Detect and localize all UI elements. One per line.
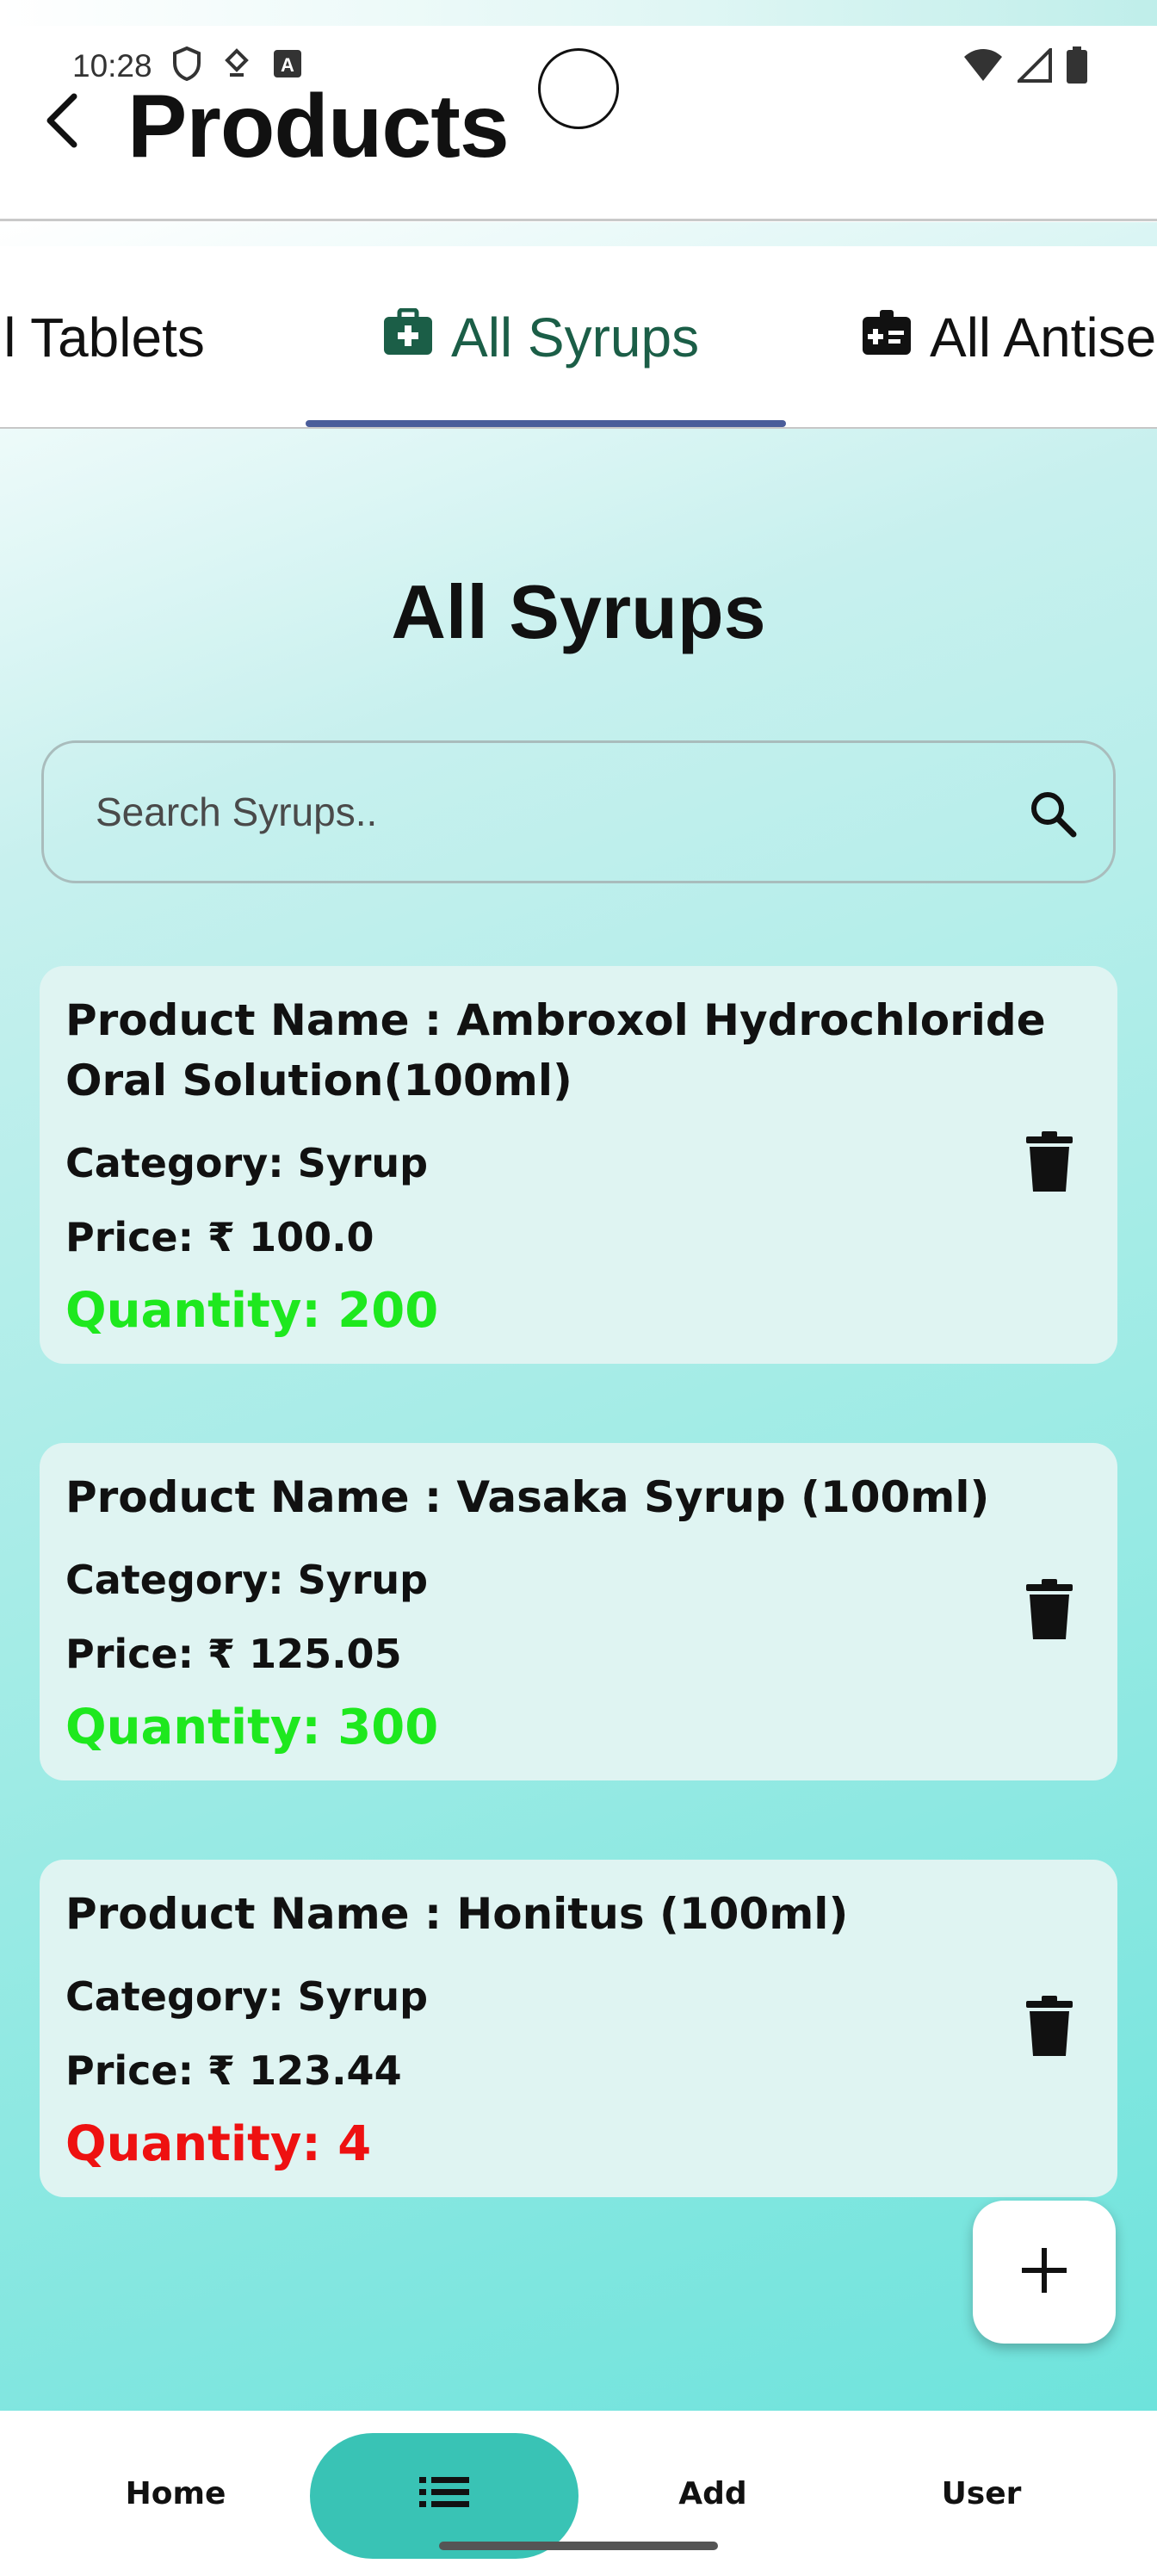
bottom-navigation: Home Add User: [0, 2411, 1157, 2576]
search-input[interactable]: [96, 743, 956, 881]
nav-user-label: User: [941, 2475, 1022, 2511]
svg-text:A: A: [281, 54, 294, 76]
product-quantity: Quantity: 300: [65, 1700, 439, 1756]
nav-home-label: Home: [125, 2475, 226, 2511]
product-quantity: Quantity: 200: [65, 1283, 439, 1339]
signal-icon: [1015, 46, 1052, 87]
add-product-fab[interactable]: [973, 2201, 1116, 2344]
trash-icon: [1026, 1995, 1073, 2062]
plus-icon: [1018, 2245, 1070, 2300]
product-card[interactable]: Product Name : Vasaka Syrup (100ml) Cate…: [40, 1443, 1117, 1780]
product-quantity: Quantity: 4: [65, 2116, 372, 2172]
product-name: Product Name : Ambroxol Hydrochloride Or…: [65, 995, 1046, 1105]
top-gradient-strip: [0, 0, 1157, 26]
nav-home[interactable]: Home: [41, 2411, 310, 2576]
category-tabs: ll Tablets All Syrups All Antise: [0, 246, 1157, 429]
search-box: [41, 740, 1116, 883]
tab-label: ll Tablets: [0, 307, 205, 368]
product-name: Product Name : Vasaka Syrup (100ml): [65, 1472, 990, 1522]
medical-bag-icon: [382, 306, 434, 369]
back-button[interactable]: [31, 88, 93, 157]
trash-icon: [1026, 1578, 1073, 1645]
tab-label: All Syrups: [451, 307, 700, 368]
product-details: Product Name : Vasaka Syrup (100ml) Cate…: [65, 1467, 1081, 1765]
product-category: Category: Syrup: [65, 1973, 429, 2020]
appbar-divider: [0, 219, 1157, 221]
section-title: All Syrups: [391, 569, 766, 654]
wifi-icon: [962, 48, 1004, 87]
product-category: Category: Syrup: [65, 1557, 429, 1603]
nav-list[interactable]: [310, 2411, 578, 2576]
delete-button[interactable]: [1019, 1130, 1080, 1198]
status-icons-right: [962, 46, 1088, 89]
back-arrow-icon: [41, 93, 83, 152]
product-card[interactable]: Product Name : Honitus (100ml) Category:…: [40, 1860, 1117, 2197]
tab-all-antiseptic[interactable]: All Antise: [861, 246, 1157, 427]
tab-all-tablets[interactable]: ll Tablets: [0, 246, 205, 427]
nav-add-label: Add: [678, 2475, 747, 2511]
product-category: Category: Syrup: [65, 1140, 429, 1186]
tab-label: All Antise: [930, 307, 1157, 368]
nav-selected-pill: [310, 2433, 578, 2559]
trash-icon: [1026, 1130, 1073, 1198]
delete-button[interactable]: [1019, 1994, 1080, 2063]
page-title: Products: [127, 77, 510, 176]
tab-selected-indicator: [306, 420, 786, 427]
medical-id-icon: [861, 306, 913, 369]
product-price: Price: ₹ 125.05: [65, 1631, 402, 1677]
tab-all-syrups[interactable]: All Syrups: [382, 246, 700, 427]
product-details: Product Name : Ambroxol Hydrochloride Or…: [65, 990, 1081, 1348]
product-name: Product Name : Honitus (100ml): [65, 1889, 849, 1939]
product-price: Price: ₹ 123.44: [65, 2047, 402, 2094]
product-price: Price: ₹ 100.0: [65, 1214, 374, 1260]
product-card[interactable]: Product Name : Ambroxol Hydrochloride Or…: [40, 966, 1117, 1364]
nav-user[interactable]: User: [847, 2411, 1116, 2576]
search-icon[interactable]: [1027, 788, 1079, 839]
nav-add[interactable]: Add: [578, 2411, 847, 2576]
delete-button[interactable]: [1019, 1577, 1080, 1646]
battery-icon: [1066, 46, 1088, 89]
camera-cutout: [538, 48, 619, 129]
product-details: Product Name : Honitus (100ml) Category:…: [65, 1884, 1081, 2182]
list-icon: [419, 2475, 469, 2517]
home-indicator[interactable]: [439, 2542, 718, 2550]
